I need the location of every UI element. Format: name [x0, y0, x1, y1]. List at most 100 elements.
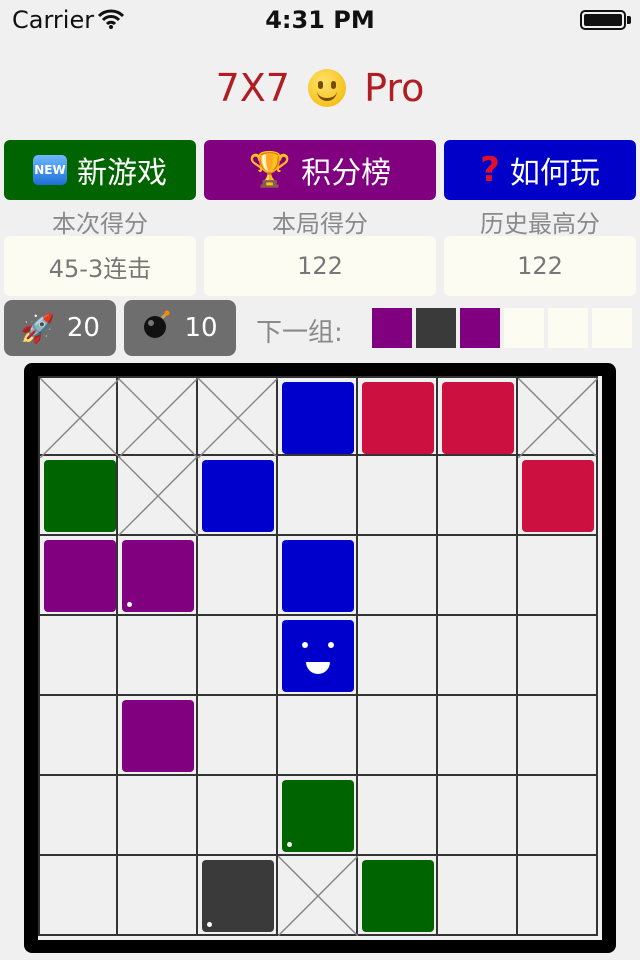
next-piece-empty	[504, 308, 544, 348]
blocked-cell[interactable]	[38, 376, 120, 458]
battery-tip	[627, 16, 631, 24]
cell-blue[interactable]	[198, 456, 278, 536]
cell-red[interactable]	[518, 456, 598, 536]
bomb-count: 10	[184, 313, 218, 343]
green-piece[interactable]	[362, 860, 434, 932]
empty-cell[interactable]	[438, 456, 518, 536]
empty-cell[interactable]	[358, 536, 438, 616]
bomb-button[interactable]: 10	[124, 300, 236, 356]
empty-cell[interactable]	[38, 616, 118, 696]
cell-black[interactable]	[198, 856, 278, 936]
piece-dot-marker	[207, 922, 212, 927]
empty-cell[interactable]	[518, 536, 598, 616]
empty-cell[interactable]	[38, 696, 118, 776]
high-score-label: 历史最高分	[480, 210, 600, 238]
next-piece-empty	[592, 308, 632, 348]
empty-cell[interactable]	[358, 616, 438, 696]
piece-dot-marker	[127, 602, 132, 607]
purple-piece[interactable]	[44, 540, 116, 612]
green-piece[interactable]	[44, 460, 116, 532]
blue-piece[interactable]	[202, 460, 274, 532]
empty-cell[interactable]	[278, 456, 358, 536]
question-icon: ?	[480, 150, 500, 190]
round-score-label: 本局得分	[272, 210, 368, 238]
empty-cell[interactable]	[438, 536, 518, 616]
current-score-label: 本次得分	[52, 210, 148, 238]
empty-cell[interactable]	[118, 856, 198, 936]
high-score-value: 122	[444, 236, 636, 296]
empty-cell[interactable]	[118, 776, 198, 856]
empty-cell[interactable]	[358, 456, 438, 536]
empty-cell[interactable]	[198, 536, 278, 616]
empty-cell[interactable]	[278, 696, 358, 776]
purple-piece[interactable]	[122, 540, 194, 612]
rocket-count: 20	[66, 313, 100, 343]
empty-cell[interactable]	[518, 696, 598, 776]
empty-cell[interactable]	[438, 776, 518, 856]
new-game-button[interactable]: NEW 新游戏	[4, 140, 196, 200]
trophy-icon: 🏆	[248, 150, 292, 190]
empty-cell[interactable]	[358, 696, 438, 776]
red-piece[interactable]	[362, 382, 434, 454]
empty-cell[interactable]	[518, 776, 598, 856]
cell-red[interactable]	[358, 376, 438, 456]
empty-cell[interactable]	[438, 696, 518, 776]
empty-cell[interactable]	[518, 616, 598, 696]
empty-cell[interactable]	[518, 856, 598, 936]
new-badge-icon: NEW	[33, 155, 67, 185]
bomb-icon	[142, 310, 172, 347]
green-piece[interactable]	[282, 780, 354, 852]
black-piece[interactable]	[202, 860, 274, 932]
battery-icon	[580, 10, 626, 30]
next-piece-black	[416, 308, 456, 348]
empty-cell[interactable]	[198, 696, 278, 776]
empty-cell[interactable]	[118, 616, 198, 696]
blue-piece[interactable]	[282, 540, 354, 612]
next-group-label: 下一组:	[256, 318, 343, 348]
game-board[interactable]	[38, 376, 602, 940]
cell-blue[interactable]	[278, 376, 358, 456]
title-text-left: 7X7	[215, 66, 290, 110]
status-bar: Carrier 4:31 PM	[0, 0, 640, 40]
empty-cell[interactable]	[358, 776, 438, 856]
current-score-value: 45-3连击	[4, 236, 196, 296]
cell-green[interactable]	[278, 776, 358, 856]
cell-red[interactable]	[438, 376, 518, 456]
cell-purple[interactable]	[118, 536, 198, 616]
smiley-icon	[308, 69, 347, 107]
cell-purple[interactable]	[118, 696, 198, 776]
purple-piece[interactable]	[122, 700, 194, 772]
next-piece-empty	[548, 308, 588, 348]
empty-cell[interactable]	[198, 616, 278, 696]
empty-cell[interactable]	[198, 776, 278, 856]
face-eye	[328, 642, 334, 648]
blocked-cell[interactable]	[518, 376, 598, 458]
empty-cell[interactable]	[38, 856, 118, 936]
leaderboard-button[interactable]: 🏆 积分榜	[204, 140, 436, 200]
blocked-cell[interactable]	[198, 376, 278, 458]
empty-cell[interactable]	[38, 776, 118, 856]
blocked-cell[interactable]	[118, 376, 198, 458]
leaderboard-label: 积分榜	[301, 156, 392, 191]
cell-blue[interactable]	[278, 536, 358, 616]
blue-smiley-piece[interactable]	[282, 620, 354, 692]
next-piece-purple	[460, 308, 500, 348]
cell-blue[interactable]	[278, 616, 358, 696]
empty-cell[interactable]	[438, 616, 518, 696]
red-piece[interactable]	[442, 382, 514, 454]
cell-green[interactable]	[38, 456, 118, 536]
blocked-cell[interactable]	[118, 456, 198, 536]
cell-purple[interactable]	[38, 536, 118, 616]
blue-piece[interactable]	[282, 382, 354, 454]
cell-green[interactable]	[358, 856, 438, 936]
red-piece[interactable]	[522, 460, 594, 532]
blocked-cell[interactable]	[278, 856, 358, 936]
rocket-icon: 🚀	[20, 311, 55, 345]
face-eye	[302, 642, 308, 648]
empty-cell[interactable]	[438, 856, 518, 936]
rocket-button[interactable]: 🚀 20	[4, 300, 116, 356]
how-to-play-button[interactable]: ? 如何玩	[444, 140, 636, 200]
round-score-value: 122	[204, 236, 436, 296]
title-text-right: Pro	[364, 66, 425, 110]
piece-dot-marker	[287, 842, 292, 847]
